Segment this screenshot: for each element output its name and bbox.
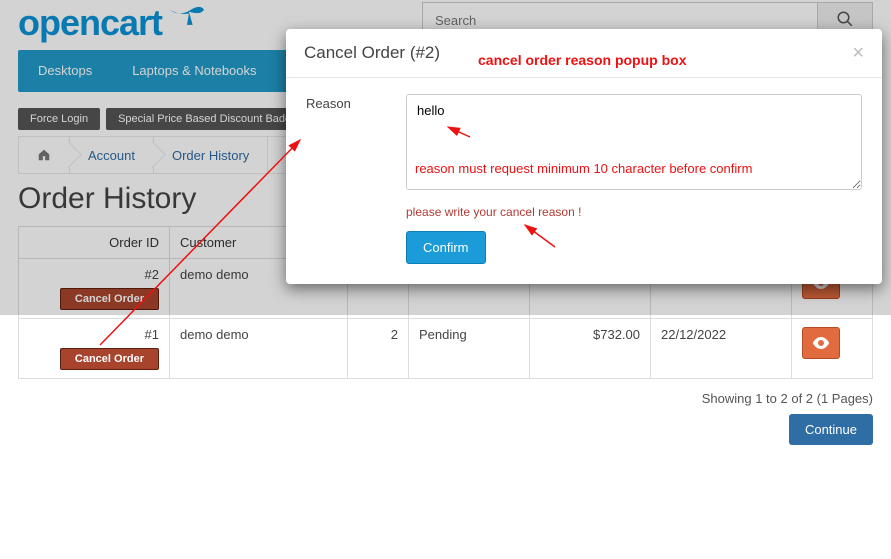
pagination-text: Showing 1 to 2 of 2 (1 Pages) [18,391,873,406]
order-id: #1 [145,327,159,342]
order-qty: 2 [348,319,409,379]
validation-error: please write your cancel reason ! [406,205,862,219]
cancel-order-button[interactable]: Cancel Order [60,348,159,370]
continue-button[interactable]: Continue [789,414,873,445]
annotation-text: reason must request minimum 10 character… [415,161,855,176]
table-row: #1 Cancel Order demo demo 2 Pending $732… [19,319,873,379]
annotation-text: cancel order reason popup box [478,52,687,68]
order-status: Pending [409,319,530,379]
order-customer: demo demo [170,319,348,379]
view-order-button[interactable] [802,327,840,359]
close-icon[interactable]: × [852,43,864,63]
reason-label: Reason [306,94,406,264]
order-total: $732.00 [530,319,651,379]
confirm-button[interactable]: Confirm [406,231,486,264]
order-date: 22/12/2022 [651,319,792,379]
modal-title: Cancel Order (#2) [304,43,440,63]
